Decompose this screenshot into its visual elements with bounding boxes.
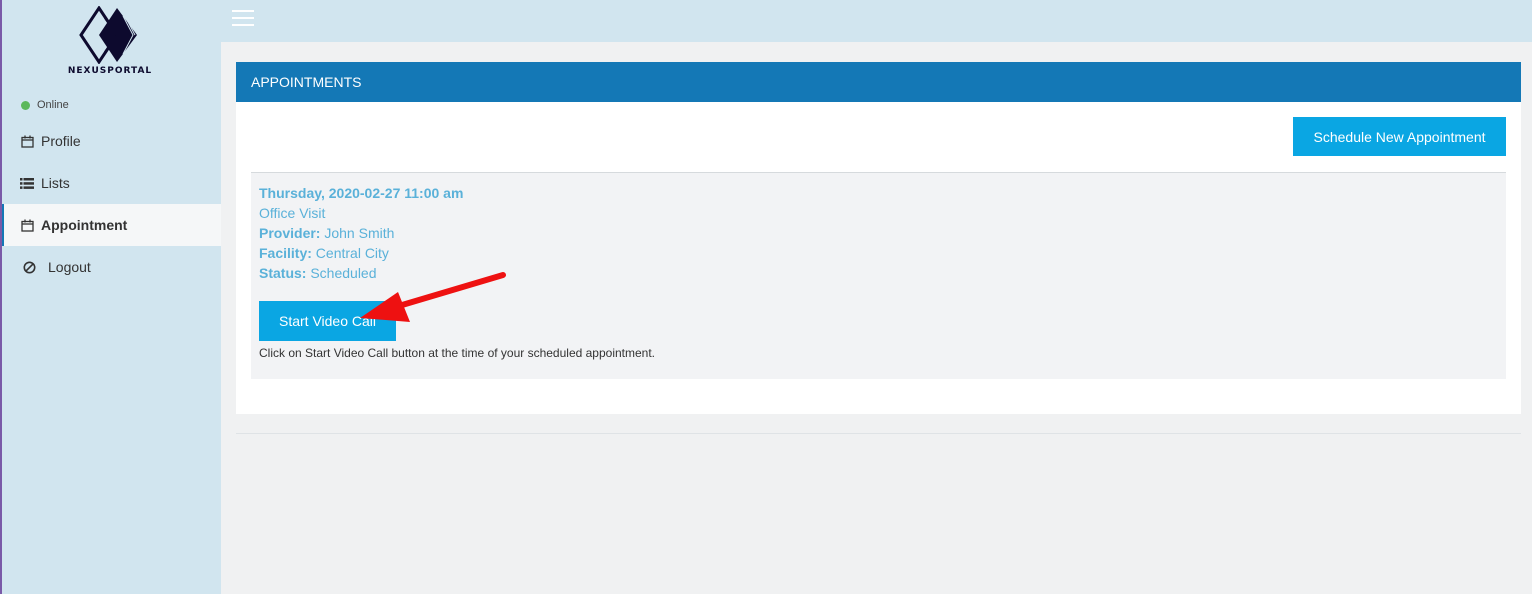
- brand-name: NEXUSPORTAL: [67, 66, 153, 76]
- sidebar-item-label: Appointment: [41, 217, 128, 233]
- list-icon: [19, 176, 35, 190]
- sidebar-item-logout[interactable]: Logout: [0, 246, 221, 288]
- start-video-call-button[interactable]: Start Video Call: [259, 301, 396, 341]
- panel-footer-divider: [236, 433, 1521, 434]
- sidebar-item-appointment[interactable]: Appointment: [0, 204, 221, 246]
- sidebar-item-label: Profile: [41, 133, 81, 149]
- menu-toggle-icon[interactable]: [232, 10, 254, 26]
- status-label: Status:: [259, 265, 307, 281]
- appointments-panel: APPOINTMENTS Schedule New Appointment Th…: [236, 62, 1521, 414]
- appointment-card: Thursday, 2020-02-27 11:00 am Office Vis…: [251, 172, 1506, 379]
- user-status: Online: [21, 99, 69, 111]
- sidebar-nav: Profile Lists Appointment Logout: [0, 120, 221, 288]
- schedule-new-appointment-button[interactable]: Schedule New Appointment: [1293, 117, 1506, 156]
- sidebar-item-label: Lists: [41, 175, 70, 191]
- logo-mark-icon: [79, 6, 137, 64]
- brand-logo[interactable]: NEXUSPORTAL: [55, 6, 165, 80]
- provider-label: Provider:: [259, 225, 321, 241]
- sidebar-item-profile[interactable]: Profile: [0, 120, 221, 162]
- video-call-help-text: Click on Start Video Call button at the …: [259, 346, 656, 360]
- status-value: Scheduled: [310, 265, 377, 281]
- sidebar-item-label: Logout: [48, 259, 91, 275]
- provider-value: John Smith: [324, 225, 395, 241]
- appointment-type: Office Visit: [259, 205, 326, 221]
- online-dot-icon: [21, 100, 30, 110]
- window-edge: [0, 0, 2, 594]
- facility-value: Central City: [315, 245, 389, 261]
- sidebar: NEXUSPORTAL Online Profile Lists Appoint…: [0, 0, 221, 594]
- appointment-status: Status: Scheduled: [259, 263, 463, 283]
- ban-icon: [21, 260, 37, 274]
- status-label: Online: [37, 99, 69, 111]
- panel-title: APPOINTMENTS: [236, 62, 1521, 102]
- calendar-icon: [19, 218, 35, 232]
- top-bar: [221, 0, 1532, 42]
- appointment-provider: Provider: John Smith: [259, 223, 463, 243]
- sidebar-item-lists[interactable]: Lists: [0, 162, 221, 204]
- appointment-facility: Facility: Central City: [259, 243, 463, 263]
- appointment-datetime: Thursday, 2020-02-27 11:00 am: [259, 185, 464, 201]
- appointment-details: Thursday, 2020-02-27 11:00 am Office Vis…: [259, 183, 463, 283]
- calendar-icon: [19, 134, 35, 148]
- facility-label: Facility:: [259, 245, 312, 261]
